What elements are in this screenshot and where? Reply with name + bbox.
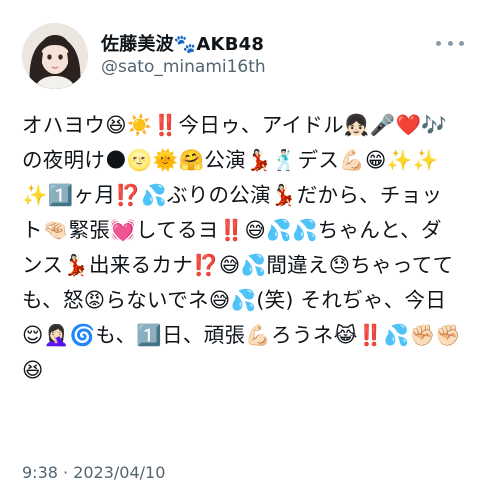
author-display-name[interactable]: 佐藤美波🐾AKB48 <box>101 30 264 56</box>
more-options-icon <box>447 40 453 46</box>
avatar[interactable] <box>22 23 88 89</box>
tweet-timestamp[interactable]: 9:38 · 2023/04/10 <box>22 463 165 482</box>
tweet: 佐藤美波🐾AKB48 @sato_minami16th オハヨウ😆☀️‼️今日ゥ… <box>0 0 480 500</box>
author-handle[interactable]: @sato_minami16th <box>101 57 266 77</box>
more-options-icon <box>436 40 441 46</box>
tweet-text: オハヨウ😆☀️‼️今日ゥ、アイドル👧🏻🎤❤️🎶の夜明け🌑🌝🌞🤗公演💃🏻🕺🏻デス💪… <box>22 113 462 382</box>
more-options-button[interactable] <box>436 36 464 50</box>
more-options-icon <box>459 40 464 46</box>
avatar-photo <box>22 23 88 89</box>
